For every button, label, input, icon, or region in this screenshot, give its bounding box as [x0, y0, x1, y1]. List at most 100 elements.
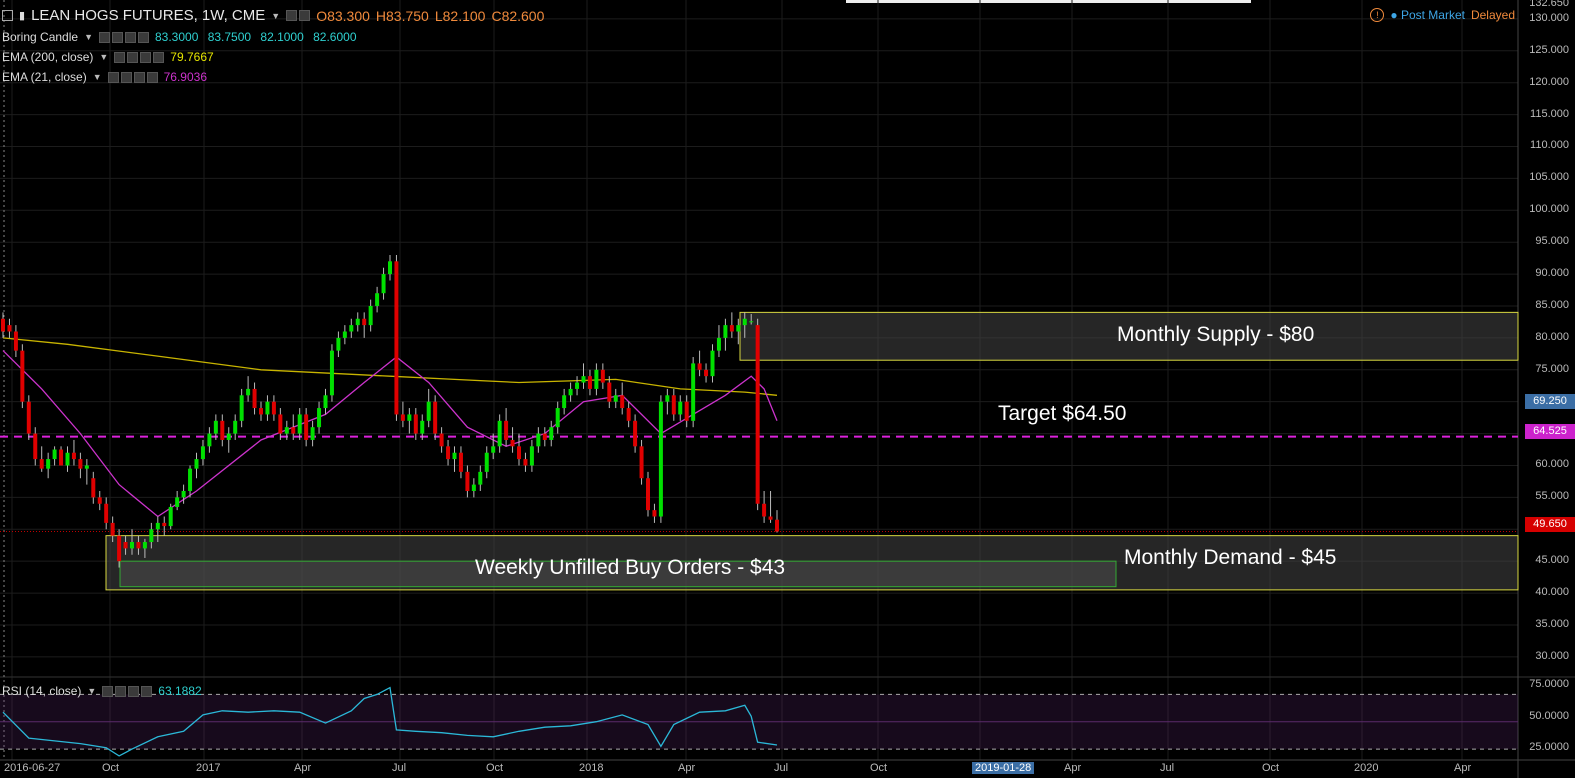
symbol-controls[interactable] — [286, 10, 311, 21]
indicator-controls[interactable] — [98, 31, 149, 43]
candle-body — [581, 376, 586, 383]
candle-body — [665, 395, 670, 402]
time-axis-label: Jul — [392, 762, 407, 774]
candle-body — [84, 465, 89, 469]
candle — [607, 376, 612, 409]
candle — [349, 318, 354, 338]
candle-body — [684, 401, 689, 421]
candle — [265, 395, 270, 421]
indicator-name[interactable]: Boring Candle — [2, 30, 78, 44]
price-axis-label: 110.000 — [1530, 139, 1569, 152]
candle-body — [52, 449, 57, 460]
candle-body — [381, 274, 386, 294]
indicator-row-boring[interactable]: Boring Candle ▼ 83.3000 83.7500 82.1000 … — [2, 30, 357, 44]
candle-body — [33, 433, 38, 460]
candle-body — [149, 529, 154, 543]
indicator-name[interactable]: EMA (200, close) — [2, 50, 93, 64]
candle — [246, 376, 251, 402]
candle — [168, 503, 173, 530]
candle — [587, 369, 592, 396]
candle — [710, 344, 715, 383]
price-axis-label: 95.000 — [1535, 235, 1569, 248]
indicator-controls[interactable] — [114, 51, 165, 63]
candle-body — [491, 446, 496, 453]
rsi-controls[interactable] — [102, 685, 153, 697]
chevron-down-icon[interactable]: ▼ — [271, 11, 280, 21]
price-chart[interactable] — [0, 0, 1575, 778]
chevron-down-icon[interactable]: ▼ — [93, 72, 102, 82]
candle — [575, 376, 580, 396]
time-axis-label: Apr — [1454, 762, 1472, 774]
price-axis-label: 35.000 — [1535, 617, 1569, 630]
rsi-name[interactable]: RSI (14, close) — [2, 684, 81, 698]
candle — [613, 388, 618, 409]
candle — [504, 408, 509, 447]
time-axis-label: Apr — [294, 762, 312, 774]
candle — [581, 363, 586, 389]
candle-body — [284, 427, 289, 434]
candle — [497, 414, 502, 453]
candle-body — [39, 459, 44, 469]
price-axis-label: 30.000 — [1535, 649, 1569, 662]
candle-body — [239, 395, 244, 421]
time-axis-label: Apr — [678, 762, 696, 774]
candle-body — [729, 325, 734, 332]
candle-body — [510, 439, 515, 447]
time-axis-label: Apr — [1064, 762, 1082, 774]
candle — [226, 427, 231, 453]
candle-body — [355, 318, 360, 326]
candle — [310, 420, 315, 447]
symbol-title[interactable]: LEAN HOGS FUTURES, 1W, CME — [31, 7, 265, 24]
candle — [59, 446, 64, 466]
candle — [723, 318, 728, 351]
chevron-down-icon[interactable]: ▼ — [87, 686, 96, 696]
ohlc-close: C82.600 — [491, 7, 545, 24]
collapse-icon[interactable] — [2, 10, 13, 21]
candle-body — [620, 395, 625, 409]
indicator-values: 79.7667 — [170, 50, 214, 64]
candle — [175, 490, 180, 511]
chevron-down-icon[interactable]: ▼ — [99, 52, 108, 62]
candle-body — [123, 542, 128, 549]
symbol-header: ▮ LEAN HOGS FUTURES, 1W, CME ▼ O83.300 H… — [2, 7, 544, 24]
candle-body — [755, 325, 760, 504]
candles-layer — [1, 254, 779, 568]
candle-body — [349, 325, 354, 332]
time-axis-label: Oct — [102, 762, 120, 774]
candle-body — [252, 388, 257, 409]
candle-body — [594, 369, 599, 389]
chart-window: ▮ LEAN HOGS FUTURES, 1W, CME ▼ O83.300 H… — [0, 0, 1575, 778]
candle — [278, 408, 283, 440]
indicator-row-ema21[interactable]: EMA (21, close) ▼ 76.9036 — [2, 70, 207, 84]
candle-body — [775, 519, 779, 532]
indicator-name[interactable]: EMA (21, close) — [2, 70, 87, 84]
rsi-legend[interactable]: RSI (14, close) ▼ 63.1882 — [2, 684, 202, 698]
candle-body — [478, 471, 483, 485]
candle — [97, 490, 102, 511]
price-axis-label: 75.000 — [1535, 362, 1569, 375]
price-axis-label: 80.000 — [1535, 330, 1569, 343]
candle-body — [633, 420, 638, 447]
candle-body — [226, 433, 231, 440]
candle-body — [220, 420, 225, 440]
demand-zone-label: Monthly Demand - $45 — [1124, 546, 1337, 569]
rsi-axis-25: 25.0000 — [1529, 741, 1569, 753]
candle — [65, 446, 70, 472]
candle-body — [194, 459, 199, 469]
candle-body — [117, 535, 122, 562]
chevron-down-icon[interactable]: ▼ — [84, 32, 93, 42]
candle-body — [484, 452, 489, 472]
indicator-row-ema200[interactable]: EMA (200, close) ▼ 79.7667 — [2, 50, 214, 64]
candle-body — [26, 401, 31, 434]
candle-body — [304, 414, 309, 440]
candle — [104, 497, 109, 530]
candle-body — [278, 414, 283, 434]
time-axis-label: 2019-01-28 — [972, 762, 1035, 774]
alert-circle-icon[interactable]: ! — [1370, 8, 1385, 22]
candle — [555, 401, 560, 434]
candle-body — [78, 459, 83, 469]
indicator-controls[interactable] — [107, 71, 158, 83]
candle-body — [407, 414, 412, 421]
candle — [652, 503, 657, 523]
candle-body — [155, 522, 160, 530]
